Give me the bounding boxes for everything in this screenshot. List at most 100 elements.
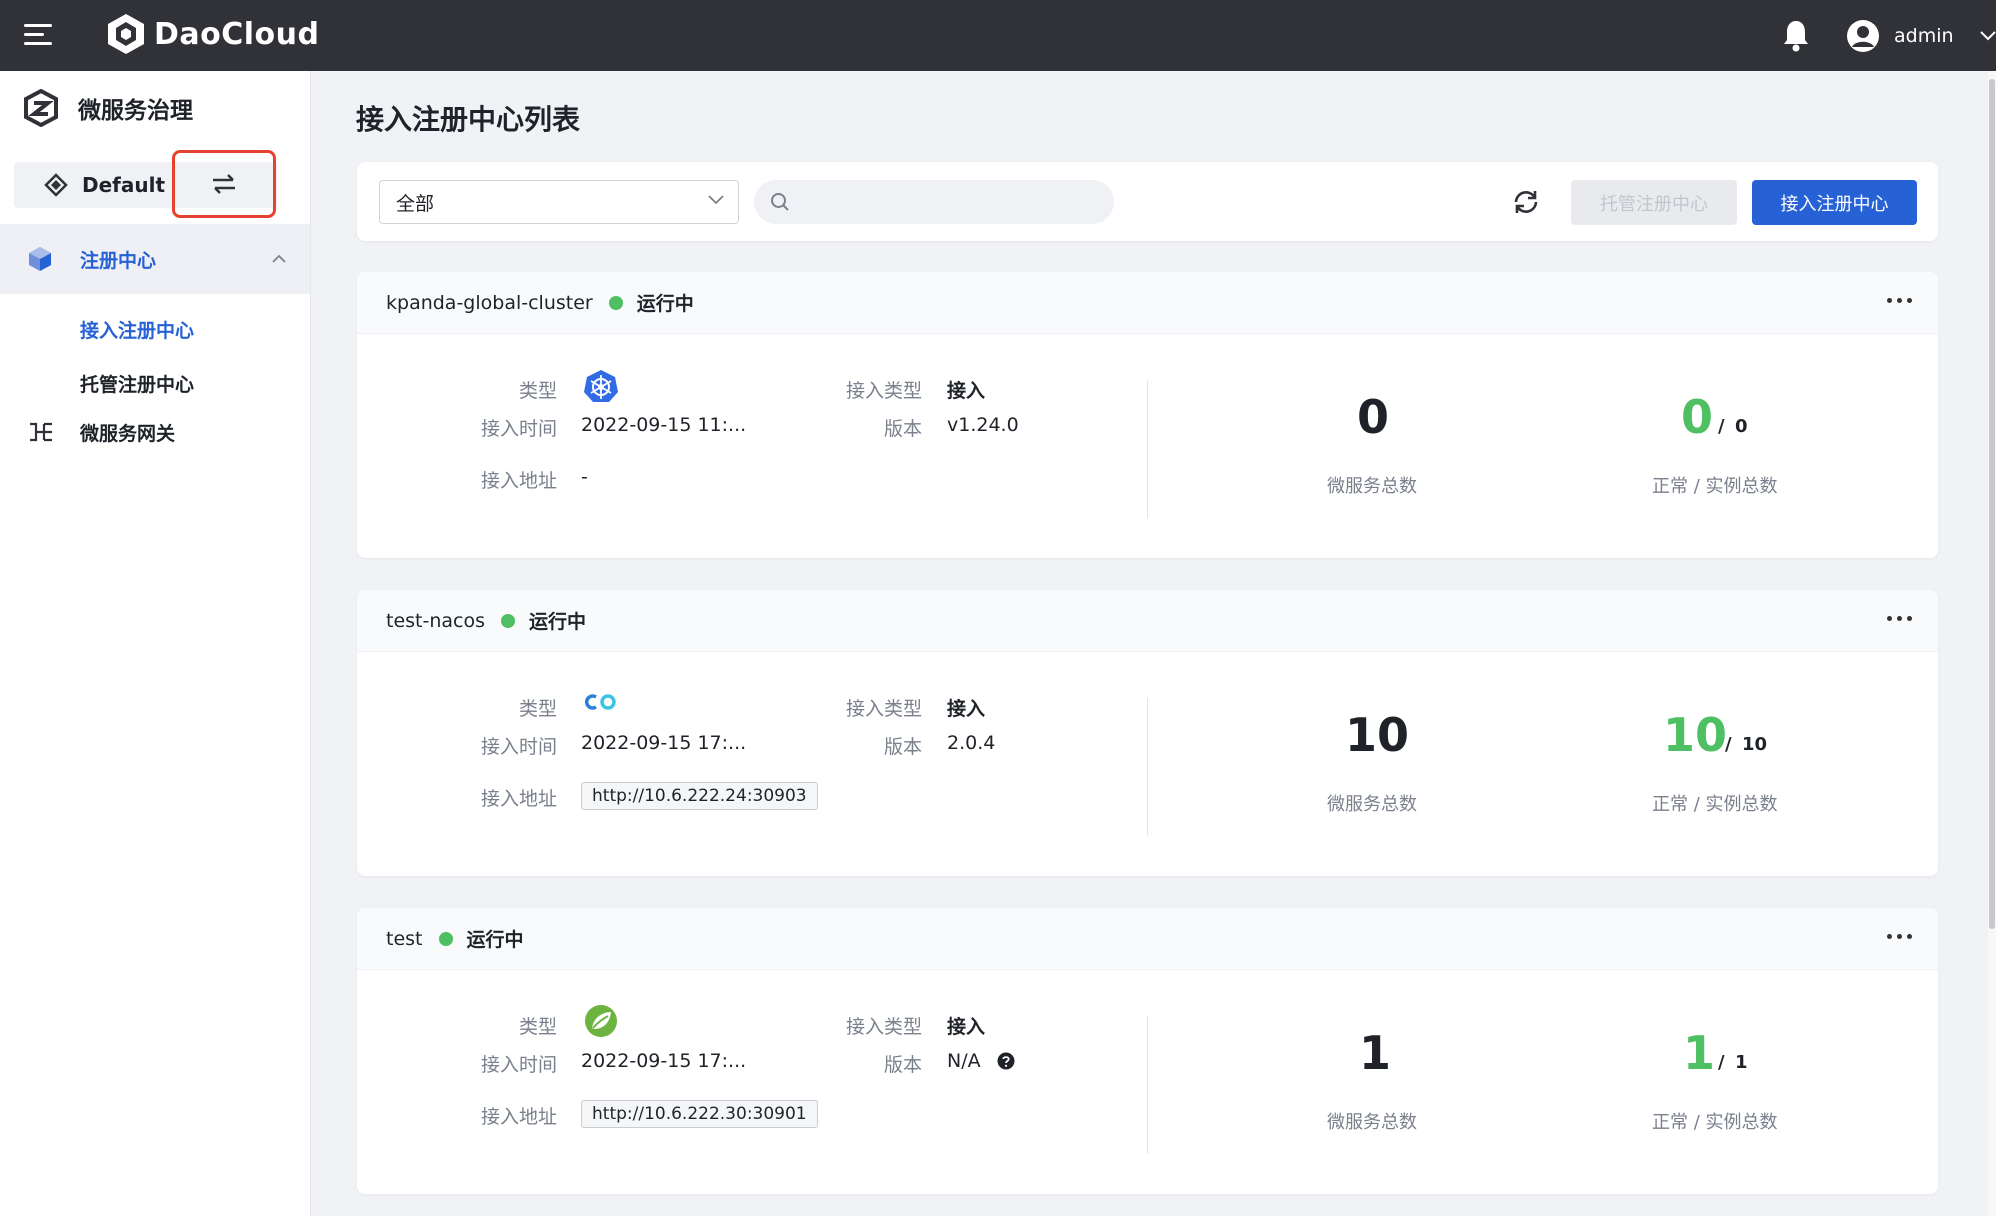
instance-total-label: 正常 / 实例总数 [1652,794,1778,815]
nav-managed-registry[interactable]: 托管注册中心 [80,370,194,397]
notification-bell-icon[interactable] [1780,18,1812,52]
access-type-label: 接入类型 [845,1016,922,1038]
version-value: v1.24.0 [947,414,1019,436]
user-avatar-icon [1847,20,1879,52]
card-divider [1147,380,1148,518]
user-name: admin [1894,25,1954,47]
registry-cube-icon [29,247,51,271]
status-dot [438,931,453,946]
access-type-value: 接入 [947,1016,986,1038]
healthy-instances: 1 [1683,1026,1716,1080]
registry-name[interactable]: test-nacos [386,610,485,632]
daocloud-logo-icon [108,14,144,54]
more-actions-icon[interactable] [1887,616,1912,621]
instance-total-label: 正常 / 实例总数 [1652,1112,1778,1133]
instance-total: 0 [1735,416,1748,437]
access-type-value: 接入 [947,698,986,720]
page-title: 接入注册中心列表 [356,103,581,136]
workspace-switch-button[interactable] [172,150,276,218]
nav-gateway-label: 微服务网关 [80,422,176,445]
instance-total-label: 正常 / 实例总数 [1652,476,1778,497]
access-time-label: 接入时间 [480,418,557,440]
microservice-total-label: 微服务总数 [1327,1112,1417,1133]
registry-card: test 运行中 类型 接入时间 2022-09-15 17:... 接入地址 … [357,908,1938,1194]
access-time-value: 2022-09-15 17:... [581,732,747,754]
scrollbar-thumb[interactable] [1989,79,1995,929]
registry-name[interactable]: kpanda-global-cluster [386,292,593,314]
nav-gateway[interactable]: 微服务网关 [0,405,310,459]
card-header: kpanda-global-cluster 运行中 [357,272,1938,334]
nav-registry-label: 注册中心 [80,249,157,272]
more-actions-icon[interactable] [1887,298,1912,303]
card-header: test-nacos 运行中 [357,590,1938,652]
registry-card: kpanda-global-cluster 运行中 类型 接入时间 2022-0… [357,272,1938,558]
type-label: 类型 [518,698,557,720]
search-box[interactable] [754,180,1114,224]
registry-status: 运行中 [466,929,524,951]
status-filter-value: 全部 [396,192,435,215]
access-type-label: 接入类型 [845,380,922,402]
menu-icon[interactable] [24,22,54,48]
help-icon[interactable] [997,1052,1015,1070]
access-time-value: 2022-09-15 11:... [581,414,747,436]
access-registry-button[interactable]: 接入注册中心 [1752,180,1917,225]
search-icon [771,193,789,211]
instance-slash: / [1718,416,1725,437]
user-menu[interactable]: admin [1846,16,1996,56]
more-actions-icon[interactable] [1887,934,1912,939]
instance-slash: / [1725,734,1732,755]
access-addr-value[interactable]: http://10.6.222.30:30901 [581,1100,818,1128]
microservice-total: 1 [1359,1026,1392,1080]
nav-access-registry[interactable]: 接入注册中心 [80,316,194,343]
status-dot [608,295,623,310]
spring-icon [585,1005,617,1037]
card-divider [1147,1016,1148,1154]
refresh-icon[interactable] [1510,186,1542,218]
access-addr-label: 接入地址 [480,1106,557,1128]
access-time-label: 接入时间 [480,736,557,758]
access-addr-label: 接入地址 [480,788,557,810]
registry-status: 运行中 [529,611,587,633]
access-addr-value[interactable]: http://10.6.222.24:30903 [581,782,818,810]
access-addr-label: 接入地址 [480,470,557,492]
workspace-icon [44,173,68,197]
sidebar-title: 微服务治理 [78,98,193,124]
brand-name: DaoCloud [154,16,320,52]
access-time-label: 接入时间 [480,1054,557,1076]
microservice-total: 0 [1357,390,1390,444]
sidebar-header: 微服务治理 [22,89,193,127]
instance-slash: / [1718,1052,1725,1073]
access-type-value: 接入 [947,380,986,402]
version-label: 版本 [883,418,922,440]
page-scrollbar[interactable] [1988,71,1996,1216]
top-bar: DaoCloud admin [0,0,1996,71]
gateway-icon [30,422,52,442]
healthy-instances: 10 [1663,708,1728,762]
instance-total: 10 [1742,734,1768,755]
registry-status: 运行中 [636,293,694,315]
brand-logo[interactable]: DaoCloud [104,12,320,56]
access-time-value: 2022-09-15 17:... [581,1050,747,1072]
chevron-up-icon [272,254,286,263]
microservice-total: 10 [1345,708,1410,762]
version-value: 2.0.4 [947,732,996,754]
access-type-label: 接入类型 [845,698,922,720]
access-addr-value: - [581,466,588,488]
status-dot [501,613,515,628]
registry-name[interactable]: test [386,928,423,950]
sidebar: 微服务治理 Default 注册中心 接入注册中心 托管注册中心 微服务网关 [0,71,311,1216]
version-label: 版本 [883,1054,922,1076]
workspace-name: Default [82,173,166,197]
kubernetes-icon [584,370,618,402]
version-label: 版本 [883,736,922,758]
switch-arrows-icon [213,174,235,194]
managed-registry-button[interactable]: 托管注册中心 [1571,180,1737,225]
microservice-total-label: 微服务总数 [1327,794,1417,815]
nav-registry[interactable]: 注册中心 [0,224,310,294]
version-value: N/A [947,1050,981,1072]
healthy-instances: 0 [1681,390,1714,444]
nacos-icon [585,694,616,710]
status-filter-select[interactable]: 全部 [379,180,739,224]
microservice-total-label: 微服务总数 [1327,476,1417,497]
search-input[interactable] [800,191,1100,213]
